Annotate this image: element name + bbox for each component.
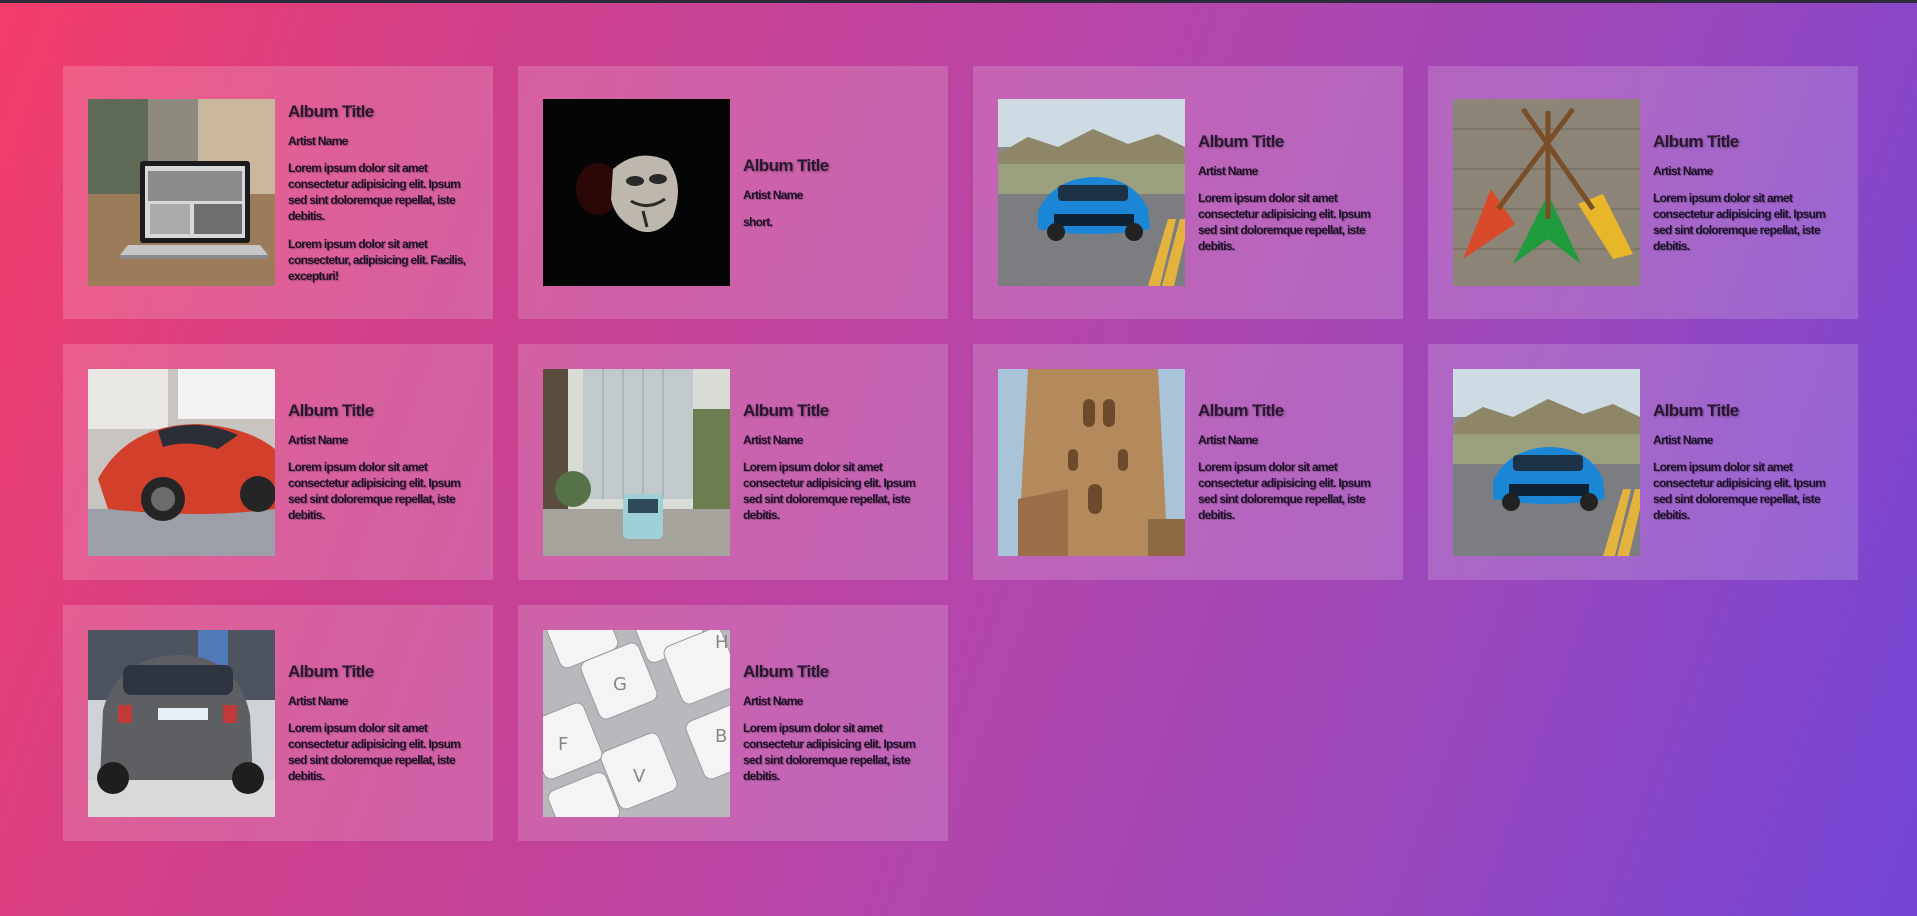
album-card[interactable]: Album Title Artist Name Lorem ipsum dolo… bbox=[973, 66, 1403, 319]
album-info: Album Title Artist Name Lorem ipsum dolo… bbox=[1198, 132, 1379, 254]
blue-car-photo bbox=[998, 99, 1185, 286]
tower-photo bbox=[998, 368, 1185, 556]
artist-name: Artist Name bbox=[288, 433, 348, 447]
key-letter: F bbox=[558, 734, 568, 755]
album-info: Album Title Artist Name Lorem ipsum dolo… bbox=[1653, 401, 1834, 523]
album-info: Album Title Artist Name Lorem ipsum dolo… bbox=[1198, 401, 1379, 523]
artist-name: Artist Name bbox=[288, 133, 348, 148]
key-letter: B bbox=[715, 726, 727, 747]
album-title: Album Title bbox=[1198, 401, 1284, 420]
album-info: Album Title Artist Name short. bbox=[743, 156, 924, 230]
album-description: Lorem ipsum dolor sit amet consectetur a… bbox=[1653, 460, 1826, 522]
album-grid: Album Title Artist Name Lorem ipsum dolo… bbox=[63, 66, 1859, 841]
mask-photo bbox=[543, 99, 730, 286]
artist-name: Artist Name bbox=[743, 187, 803, 202]
artist-name: Artist Name bbox=[1198, 433, 1258, 447]
album-description: Lorem ipsum dolor sit amet consectetur a… bbox=[1653, 190, 1826, 253]
artist-name: Artist Name bbox=[1198, 163, 1258, 178]
album-info: Album Title Artist Name Lorem ipsum dolo… bbox=[1653, 132, 1834, 254]
guitars-photo bbox=[1453, 99, 1640, 286]
album-info: Album Title Artist Name Lorem ipsum dolo… bbox=[288, 662, 469, 784]
album-card[interactable]: Album Title Artist Name Lorem ipsum dolo… bbox=[63, 605, 493, 841]
artist-name: Artist Name bbox=[743, 433, 803, 447]
album-info: Album Title Artist Name Lorem ipsum dolo… bbox=[288, 401, 469, 523]
album-description: short. bbox=[743, 214, 773, 229]
artist-name: Artist Name bbox=[743, 694, 803, 708]
album-card[interactable]: Album Title Artist Name Lorem ipsum dolo… bbox=[63, 66, 493, 319]
laptop-photo bbox=[88, 99, 275, 286]
album-card[interactable]: Album Title Artist Name Lorem ipsum dolo… bbox=[1428, 66, 1858, 319]
album-info: Album Title Artist Name Lorem ipsum dolo… bbox=[743, 662, 924, 784]
grey-car-photo bbox=[88, 629, 275, 817]
album-title: Album Title bbox=[743, 155, 829, 175]
key-letter: G bbox=[613, 674, 627, 695]
album-title: Album Title bbox=[1198, 131, 1284, 151]
album-card[interactable]: Album Title Artist Name Lorem ipsum dolo… bbox=[63, 344, 493, 580]
album-description: Lorem ipsum dolor sit amet consectetur a… bbox=[1198, 460, 1371, 522]
album-info: Album Title Artist Name Lorem ipsum dolo… bbox=[288, 102, 469, 284]
red-car-photo bbox=[88, 368, 275, 556]
key-letter: H bbox=[715, 632, 729, 653]
album-info: Album Title Artist Name Lorem ipsum dolo… bbox=[743, 401, 924, 523]
album-title: Album Title bbox=[743, 662, 829, 681]
top-bar bbox=[0, 0, 1917, 3]
tram-street-photo bbox=[543, 368, 730, 556]
album-card[interactable]: Album Title Artist Name short. bbox=[518, 66, 948, 319]
album-card[interactable]: Album Title Artist Name Lorem ipsum dolo… bbox=[518, 344, 948, 580]
album-title: Album Title bbox=[288, 662, 374, 681]
album-title: Album Title bbox=[1653, 401, 1739, 420]
blue-car-photo bbox=[1453, 368, 1640, 556]
artist-name: Artist Name bbox=[1653, 163, 1713, 178]
album-title: Album Title bbox=[1653, 131, 1739, 151]
album-description: Lorem ipsum dolor sit amet consectetur a… bbox=[1198, 190, 1371, 253]
album-title: Album Title bbox=[288, 401, 374, 420]
album-description: Lorem ipsum dolor sit amet consectetur a… bbox=[743, 721, 916, 783]
album-title: Album Title bbox=[743, 401, 829, 420]
album-card[interactable]: G F V B H Album Title Artist Name Lorem … bbox=[518, 605, 948, 841]
artist-name: Artist Name bbox=[288, 694, 348, 708]
album-description-secondary: Lorem ipsum dolor sit amet consectetur, … bbox=[288, 236, 466, 283]
key-letter: V bbox=[633, 766, 646, 787]
album-description: Lorem ipsum dolor sit amet consectetur a… bbox=[743, 460, 916, 522]
artist-name: Artist Name bbox=[1653, 433, 1713, 447]
album-card[interactable]: Album Title Artist Name Lorem ipsum dolo… bbox=[973, 344, 1403, 580]
album-title: Album Title bbox=[288, 101, 374, 121]
keyboard-photo: G F V B H bbox=[543, 629, 730, 817]
album-description: Lorem ipsum dolor sit amet consectetur a… bbox=[288, 721, 461, 783]
album-description: Lorem ipsum dolor sit amet consectetur a… bbox=[288, 460, 461, 522]
album-card[interactable]: Album Title Artist Name Lorem ipsum dolo… bbox=[1428, 344, 1858, 580]
album-description: Lorem ipsum dolor sit amet consectetur a… bbox=[288, 160, 461, 223]
